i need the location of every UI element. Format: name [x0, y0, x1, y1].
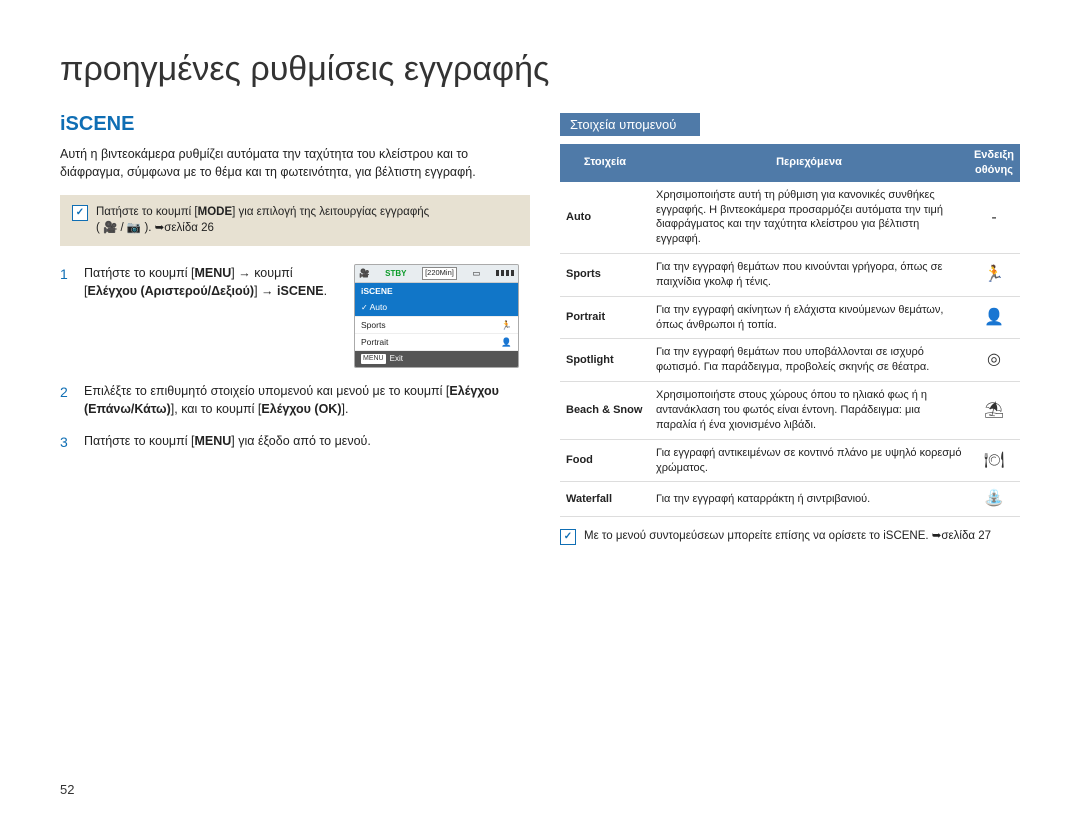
table-row: Waterfall Για την εγγραφή καταρράκτη ή σ…	[560, 482, 1020, 517]
lcd-menu-header: iSCENE	[355, 283, 518, 299]
lcd-stby: STBY	[385, 268, 406, 280]
note-check-icon: ✓	[560, 529, 576, 545]
page-title: προηγμένες ρυθμίσεις εγγραφής	[60, 50, 1020, 89]
lcd-preview: 🎥 STBY [220Min] ▭ iSCENE ✓ Auto	[354, 264, 519, 368]
note-text: Πατήστε το κουμπί [MODE] για επιλογή της…	[96, 205, 429, 236]
submenu-table: Στοιχεία Περιεχόμενα Ενδειξηοθόνης Auto …	[560, 144, 1020, 517]
page-number: 52	[60, 782, 74, 797]
intro-text: Αυτή η βιντεοκάμερα ρυθμίζει αυτόματα τη…	[60, 146, 530, 181]
table-row: Spotlight Για την εγγραφή θεμάτων που υπ…	[560, 339, 1020, 382]
battery-icon	[496, 270, 514, 276]
left-column: iSCENE Αυτή η βιντεοκάμερα ρυθμίζει αυτό…	[60, 113, 530, 545]
th-items: Στοιχεία	[560, 144, 650, 182]
right-column: Στοιχεία υπομενού Στοιχεία Περιεχόμενα Ε…	[560, 113, 1020, 545]
submenu-heading: Στοιχεία υπομενού	[560, 113, 700, 136]
lcd-row-sports: Sports🏃	[355, 317, 518, 334]
indicator-icon: 🏃	[968, 254, 1020, 297]
indicator-icon: 🍽	[968, 439, 1020, 482]
indicator-icon: 👤	[968, 296, 1020, 339]
step-number: 1	[60, 264, 74, 368]
th-indicator: Ενδειξηοθόνης	[968, 144, 1020, 182]
lcd-row-portrait: Portrait👤	[355, 334, 518, 351]
step-1: 1 Πατήστε το κουμπί [MENU] → κουμπί [Ελέ…	[60, 264, 530, 368]
indicator-icon: ◎	[968, 339, 1020, 382]
section-heading-iscene: iSCENE	[60, 113, 530, 136]
step-number: 2	[60, 382, 74, 418]
rec-mode-icon: 🎥	[359, 267, 370, 279]
indicator-icon: -	[968, 182, 1020, 254]
table-row: Beach & Snow Χρησιμοποιήστε στους χώρους…	[560, 382, 1020, 440]
lcd-row-auto: ✓ Auto	[355, 299, 518, 317]
step-2: 2 Επιλέξτε το επιθυμητό στοιχείο υπομενο…	[60, 382, 530, 418]
lcd-time: [220Min]	[422, 267, 457, 280]
table-row: Auto Χρησιμοποιήστε αυτή τη ρύθμιση για …	[560, 182, 1020, 254]
table-row: Food Για εγγραφή αντικειμένων σε κοντινό…	[560, 439, 1020, 482]
table-row: Portrait Για την εγγραφή ακίνητων ή ελάχ…	[560, 296, 1020, 339]
note-shortcut: ✓ Με το μενού συντομεύσεων μπορείτε επίσ…	[560, 529, 1020, 545]
step-3: 3 Πατήστε το κουμπί [MENU] για έξοδο από…	[60, 432, 530, 452]
step-number: 3	[60, 432, 74, 452]
note-box-mode: ✓ Πατήστε το κουμπί [MODE] για επιλογή τ…	[60, 195, 530, 246]
note-check-icon: ✓	[72, 205, 88, 221]
sd-icon: ▭	[472, 267, 480, 279]
th-contents: Περιεχόμενα	[650, 144, 968, 182]
table-row: Sports Για την εγγραφή θεμάτων που κινού…	[560, 254, 1020, 297]
lcd-footer: MENU Exit	[355, 351, 518, 367]
indicator-icon: ⛲	[968, 482, 1020, 517]
indicator-icon: ⛱	[968, 382, 1020, 440]
